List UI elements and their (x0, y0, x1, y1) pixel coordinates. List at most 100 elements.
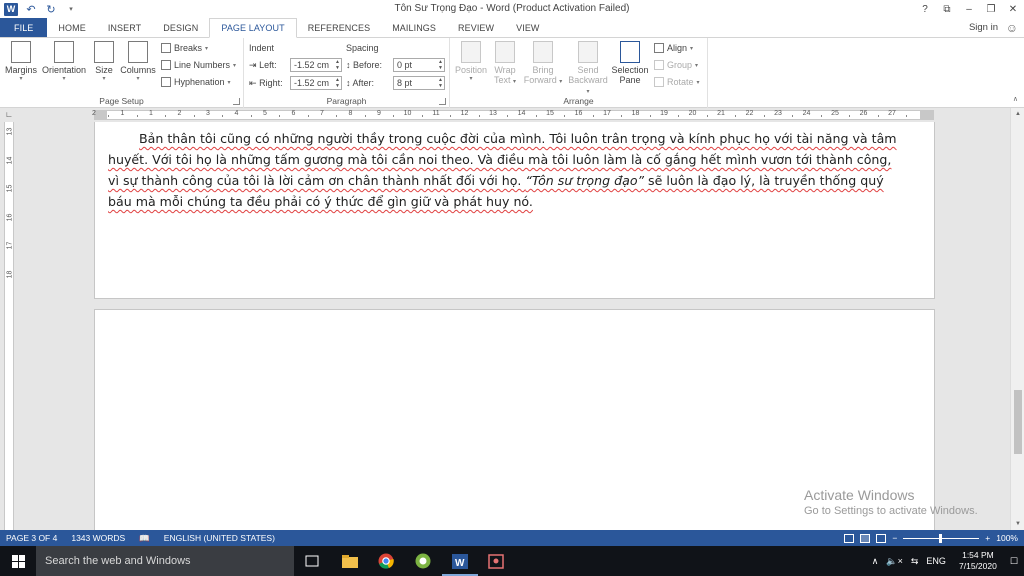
columns-button[interactable]: Columns ▾ (120, 41, 156, 82)
tab-references[interactable]: REFERENCES (297, 18, 382, 37)
position-button[interactable]: Position ▾ (454, 41, 488, 82)
close-button[interactable]: ✕ (1002, 0, 1024, 18)
align-button[interactable]: Align ▾ (654, 43, 693, 53)
proofing-icon[interactable]: 📖 (139, 533, 150, 544)
spacing-before-input[interactable]: 0 pt ▲ ▼ (393, 58, 445, 72)
indent-right-input[interactable]: -1.52 cm ▲ ▼ (290, 76, 342, 90)
breaks-button[interactable]: Breaks ▾ (161, 43, 208, 53)
scroll-thumb[interactable] (1014, 390, 1022, 454)
ruler-tick (849, 115, 851, 117)
ruler-tick (307, 115, 309, 117)
start-button[interactable] (0, 546, 36, 576)
scroll-down-icon[interactable]: ▼ (1011, 518, 1024, 530)
web-layout-icon[interactable] (876, 533, 887, 543)
horizontal-ruler[interactable]: 2 1 1 2 3 4 5 6 7 8 9 10 11 12 13 14 15 16 17 18 19 20 21 22 23 2… (92, 110, 934, 120)
hyphenation-button[interactable]: Hyphenation ▾ (161, 77, 231, 87)
task-view-icon[interactable] (302, 551, 322, 571)
tab-review[interactable]: REVIEW (447, 18, 505, 37)
taskbar-search[interactable]: Search the web and Windows (36, 546, 294, 576)
tab-file[interactable]: FILE (0, 18, 48, 37)
zoom-level[interactable]: 100% (996, 533, 1018, 543)
ruler-tick (820, 115, 822, 117)
activate-windows-title: Activate Windows (804, 487, 915, 503)
vertical-ruler-number: 13 (6, 127, 14, 136)
file-explorer-icon[interactable] (340, 551, 360, 571)
scroll-up-icon[interactable]: ▲ (1011, 108, 1024, 120)
chrome-icon[interactable] (376, 551, 396, 571)
ruler-number: 15 (546, 110, 554, 117)
spinner-arrows-icon[interactable]: ▲ ▼ (335, 59, 340, 71)
action-center-icon[interactable]: ☐ (1010, 556, 1018, 567)
bring-forward-button[interactable]: Bring Forward ▾ (522, 41, 564, 85)
vertical-ruler-number: 15 (6, 184, 14, 193)
margins-button[interactable]: Margins ▾ (4, 41, 38, 82)
ruler-number: 27 (888, 110, 896, 117)
size-button[interactable]: Size ▾ (91, 41, 117, 82)
spinner-arrows-icon[interactable]: ▲ ▼ (438, 77, 443, 89)
word-logo-icon[interactable]: W (4, 2, 18, 16)
document-page[interactable]: Bản thân tôi cũng có những người thầy tr… (94, 122, 935, 299)
clock[interactable]: 1:54 PM 7/15/2020 (952, 550, 1004, 572)
group-button[interactable]: Group ▾ (654, 60, 698, 70)
system-tray: ∧ 🔈× ⇆ ENG 1:54 PM 7/15/2020 ☐ (872, 546, 1024, 576)
document-area[interactable]: Bản thân tôi cũng có những người thầy tr… (16, 122, 1010, 530)
redo-icon[interactable]: ↻ (44, 3, 58, 16)
spacing-heading: Spacing (346, 43, 379, 53)
tab-design[interactable]: DESIGN (152, 18, 209, 37)
collapse-ribbon-icon[interactable]: ∧ (1013, 95, 1018, 103)
ruler-tick (478, 115, 480, 117)
send-backward-button[interactable]: Send Backward ▾ (566, 41, 610, 95)
zoom-slider-knob[interactable] (939, 533, 943, 543)
ruler-tick (763, 115, 765, 117)
page-setup-launcher-icon[interactable] (233, 98, 240, 105)
sign-in-link[interactable]: Sign in (969, 22, 998, 33)
spinner-arrows-icon[interactable]: ▲ ▼ (335, 77, 340, 89)
spinner-arrows-icon[interactable]: ▲ ▼ (438, 59, 443, 71)
ruler-number: 1 (149, 110, 153, 117)
orientation-button[interactable]: Orientation ▾ (40, 41, 88, 82)
network-icon[interactable]: ⇆ (911, 556, 919, 567)
vertical-scrollbar[interactable]: ▲ ▼ (1010, 108, 1024, 530)
tab-view[interactable]: VIEW (505, 18, 550, 37)
language-indicator[interactable]: ENGLISH (UNITED STATES) (164, 533, 275, 543)
tab-insert[interactable]: INSERT (97, 18, 152, 37)
maximize-button[interactable]: ❐ (980, 0, 1002, 18)
account-icon[interactable]: ☺ (1006, 21, 1018, 35)
page-count[interactable]: PAGE 3 OF 4 (6, 533, 57, 543)
undo-icon[interactable]: ↶ (24, 3, 38, 16)
word-taskbar-icon[interactable]: W (442, 551, 478, 576)
language-indicator-tray[interactable]: ENG (926, 556, 946, 566)
tab-page-layout[interactable]: PAGE LAYOUT (209, 18, 297, 38)
vertical-ruler-number: 14 (6, 156, 14, 164)
spacing-after-input[interactable]: 8 pt ▲ ▼ (393, 76, 445, 90)
print-layout-icon[interactable] (860, 533, 871, 543)
tab-mailings[interactable]: MAILINGS (381, 18, 447, 37)
zoom-out-button[interactable]: − (892, 533, 897, 543)
selection-pane-button[interactable]: Selection Pane (610, 41, 650, 85)
minimize-button[interactable]: – (958, 0, 980, 18)
line-numbers-button[interactable]: Line Numbers ▾ (161, 60, 236, 70)
tab-home[interactable]: HOME (47, 18, 96, 37)
ruler-tick (193, 115, 195, 117)
snipping-tool-icon[interactable] (486, 551, 506, 571)
ribbon-display-options-button[interactable]: ⧉ (936, 0, 958, 18)
help-button[interactable]: ? (914, 0, 936, 18)
windows-logo-icon (11, 554, 25, 568)
breaks-icon (161, 43, 171, 53)
rotate-button[interactable]: Rotate ▾ (654, 77, 700, 87)
wrap-text-button[interactable]: Wrap Text ▾ (490, 41, 520, 85)
coccoc-icon[interactable] (413, 551, 433, 571)
paragraph-launcher-icon[interactable] (439, 98, 446, 105)
zoom-slider[interactable] (903, 533, 980, 543)
read-mode-icon[interactable] (844, 533, 855, 543)
tray-overflow-icon[interactable]: ∧ (872, 556, 879, 567)
tab-selector-icon[interactable]: ∟ (4, 110, 14, 120)
body-paragraph[interactable]: Bản thân tôi cũng có những người thầy tr… (108, 128, 919, 212)
ruler-tick (165, 115, 167, 117)
customize-qat-icon[interactable]: ▾ (64, 5, 78, 13)
ruler-number: 5 (263, 110, 267, 117)
volume-muted-icon[interactable]: 🔈× (886, 556, 902, 567)
zoom-in-button[interactable]: + (985, 533, 990, 543)
indent-left-input[interactable]: -1.52 cm ▲ ▼ (290, 58, 342, 72)
word-count[interactable]: 1343 WORDS (71, 533, 125, 543)
